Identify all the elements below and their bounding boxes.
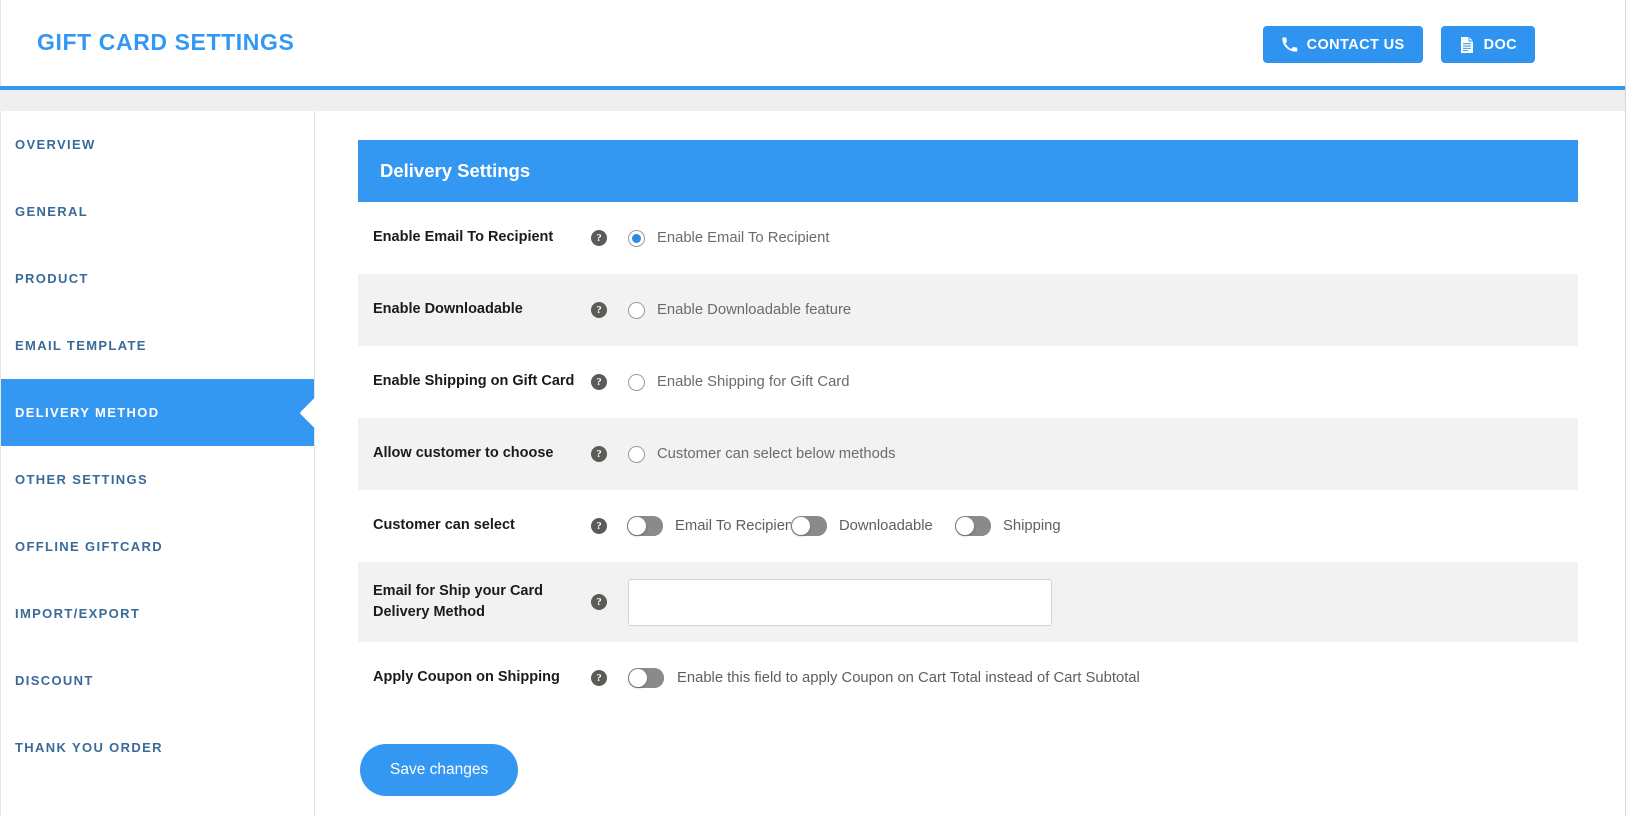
- sidebar-item-offline-giftcard[interactable]: OFFLINE GIFTCARD: [1, 513, 314, 580]
- main-content: Delivery Settings Enable Email To Recipi…: [315, 111, 1625, 816]
- help-icon[interactable]: ?: [591, 670, 607, 686]
- radio-option-enable-shipping-for-gift-card[interactable]: Enable Shipping for Gift Card: [628, 373, 850, 391]
- toggle-label: Downloadable: [839, 518, 933, 534]
- window-right-edge: [1625, 0, 1630, 816]
- radio-button[interactable]: [628, 445, 645, 463]
- toggle-email-to-recipient[interactable]: [627, 516, 663, 536]
- toggle-group-downloadable: Downloadable: [791, 516, 955, 536]
- doc-label: DOC: [1483, 36, 1517, 53]
- sidebar-item-label: DISCOUNT: [15, 673, 94, 688]
- row-label-customer-can-select: Customer can select: [373, 517, 515, 534]
- radio-button[interactable]: [628, 229, 645, 247]
- document-icon: [1459, 36, 1475, 54]
- radio-button[interactable]: [628, 301, 645, 319]
- row-control: ? Customer can select below methods: [591, 445, 1578, 463]
- sidebar-item-import-export[interactable]: IMPORT/EXPORT: [1, 580, 314, 647]
- table-row: Enable Downloadable ? Enable Downloadabl…: [358, 274, 1578, 346]
- toggle-label: Enable this field to apply Coupon on Car…: [677, 670, 1140, 686]
- radio-label: Enable Downloadable feature: [657, 302, 852, 318]
- sidebar-item-label: IMPORT/EXPORT: [15, 606, 141, 621]
- sidebar-item-overview[interactable]: OVERVIEW: [1, 111, 314, 178]
- row-label-enable-email-to-recipient: Enable Email To Recipient: [373, 229, 554, 246]
- row-control: ? Enable Email To Recipient: [591, 229, 1578, 247]
- row-control: ? Enable this field to apply Coupon on C…: [591, 668, 1578, 688]
- radio-option-enable-downloadable[interactable]: Enable Downloadable feature: [628, 301, 852, 319]
- sidebar-item-product[interactable]: PRODUCT: [1, 245, 314, 312]
- panel-title: Delivery Settings: [358, 140, 1578, 202]
- sidebar-item-label: OFFLINE GIFTCARD: [15, 539, 163, 554]
- save-changes-button[interactable]: Save changes: [360, 744, 519, 796]
- header-actions: CONTACT US DOC: [1262, 26, 1535, 63]
- phone-icon: [1281, 36, 1298, 53]
- row-control: ? Email To Recipient Downloadable Shippi…: [591, 516, 1578, 536]
- table-row: Customer can select ? Email To Recipient…: [358, 490, 1578, 562]
- help-icon[interactable]: ?: [591, 594, 607, 610]
- sidebar-item-label: PRODUCT: [15, 271, 89, 286]
- help-icon[interactable]: ?: [591, 374, 607, 390]
- row-label-apply-coupon-on-shipping: Apply Coupon on Shipping: [373, 669, 560, 686]
- row-label-enable-shipping-on-gift-card: Enable Shipping on Gift Card: [373, 373, 575, 390]
- toggle-apply-coupon-on-shipping[interactable]: [628, 668, 664, 688]
- toggle-group-shipping: Shipping: [955, 516, 1061, 536]
- page-title: GIFT CARD SETTINGS: [37, 29, 295, 55]
- help-icon[interactable]: ?: [591, 518, 607, 534]
- top-header: GIFT CARD SETTINGS CONTACT US DOC: [0, 0, 1625, 86]
- sidebar-item-label: DELIVERY METHOD: [15, 405, 160, 420]
- toggle-group-email-to-recipient: Email To Recipient: [627, 516, 791, 536]
- sidebar-item-label: EMAIL TEMPLATE: [15, 338, 147, 353]
- app-root: GIFT CARD SETTINGS CONTACT US DOC OVERVI…: [0, 0, 1630, 816]
- sidebar-item-label: THANK YOU ORDER: [15, 740, 163, 755]
- help-icon[interactable]: ?: [591, 302, 607, 318]
- row-label-email-for-ship-your-card-delivery-method: Email for Ship your Card Delivery Method: [373, 582, 543, 620]
- contact-us-label: CONTACT US: [1306, 36, 1405, 53]
- radio-label: Customer can select below methods: [657, 446, 896, 462]
- toggle-label: Email To Recipient: [675, 518, 791, 534]
- contact-us-button[interactable]: CONTACT US: [1262, 26, 1423, 63]
- toggle-downloadable[interactable]: [791, 516, 827, 536]
- delivery-settings-panel: Delivery Settings Enable Email To Recipi…: [358, 140, 1578, 796]
- radio-option-enable-email-to-recipient[interactable]: Enable Email To Recipient: [628, 229, 830, 247]
- sidebar-item-label: OVERVIEW: [15, 137, 96, 152]
- table-row: Enable Email To Recipient ? Enable Email…: [358, 202, 1578, 274]
- ship-email-input[interactable]: [628, 578, 1052, 626]
- table-row: Email for Ship your Card Delivery Method…: [358, 562, 1578, 642]
- sidebar-item-thank-you-order[interactable]: THANK YOU ORDER: [1, 714, 314, 781]
- table-row: Apply Coupon on Shipping ? Enable this f…: [358, 642, 1578, 714]
- sidebar-item-email-template[interactable]: EMAIL TEMPLATE: [1, 312, 314, 379]
- row-control: ? Enable Shipping for Gift Card: [591, 373, 1578, 391]
- row-label-enable-downloadable: Enable Downloadable: [373, 301, 523, 318]
- row-label-allow-customer-to-choose: Allow customer to choose: [373, 445, 554, 462]
- toggle-group-apply-coupon: Enable this field to apply Coupon on Car…: [628, 668, 1140, 688]
- toggle-shipping[interactable]: [955, 516, 991, 536]
- table-row: Allow customer to choose ? Customer can …: [358, 418, 1578, 490]
- help-icon[interactable]: ?: [591, 230, 607, 246]
- sidebar-item-label: GENERAL: [15, 204, 89, 219]
- radio-label: Enable Email To Recipient: [657, 230, 830, 246]
- save-area: Save changes: [358, 714, 1578, 796]
- row-control: ?: [591, 578, 1578, 626]
- toggle-label: Shipping: [1003, 518, 1061, 534]
- sidebar-item-delivery-method[interactable]: DELIVERY METHOD: [1, 379, 314, 446]
- radio-button[interactable]: [628, 373, 645, 391]
- sidebar-item-discount[interactable]: DISCOUNT: [1, 647, 314, 714]
- toolbar-strip: [0, 90, 1625, 111]
- doc-button[interactable]: DOC: [1440, 26, 1535, 63]
- radio-label: Enable Shipping for Gift Card: [657, 374, 850, 390]
- sidebar-item-label: OTHER SETTINGS: [15, 472, 149, 487]
- sidebar: OVERVIEW GENERAL PRODUCT EMAIL TEMPLATE …: [0, 111, 315, 816]
- row-control: ? Enable Downloadable feature: [591, 301, 1578, 319]
- table-row: Enable Shipping on Gift Card ? Enable Sh…: [358, 346, 1578, 418]
- sidebar-item-general[interactable]: GENERAL: [1, 178, 314, 245]
- sidebar-item-other-settings[interactable]: OTHER SETTINGS: [1, 446, 314, 513]
- delivery-method-toggles: Email To Recipient Downloadable Shipping: [627, 516, 1061, 536]
- help-icon[interactable]: ?: [591, 446, 607, 462]
- radio-option-customer-can-select-below-methods[interactable]: Customer can select below methods: [628, 445, 896, 463]
